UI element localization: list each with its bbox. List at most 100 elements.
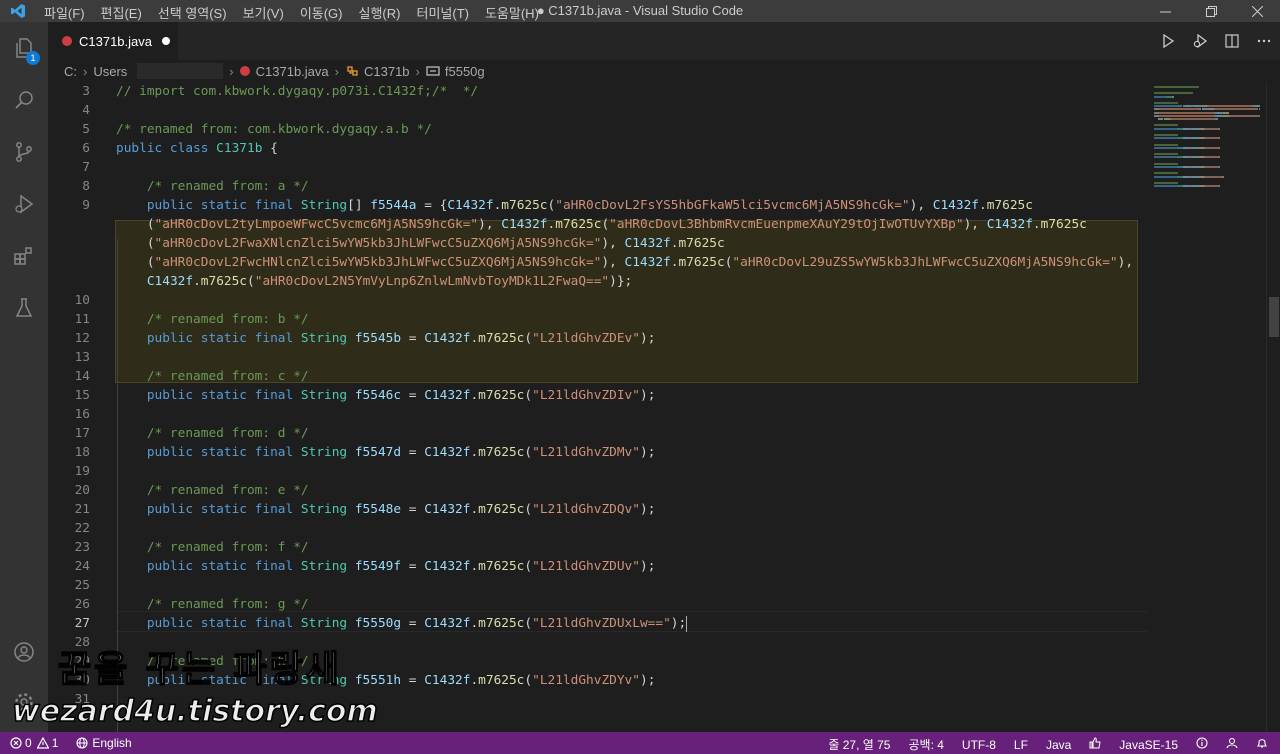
- cursor-position[interactable]: 줄 27, 열 75: [828, 736, 890, 753]
- code-token: "L21ldGhvZDUv": [532, 559, 640, 574]
- code-line[interactable]: 14 /* renamed from: c */: [48, 367, 1150, 386]
- watermark-korean: 꿈을 꾸는 파랑새: [57, 648, 342, 691]
- run-debug-button[interactable]: [0, 180, 48, 228]
- code-line[interactable]: ("aHR0cDovL2FwaXNlcnZlci5wYW5kb3JhLWFwcC…: [48, 234, 1150, 253]
- search-button[interactable]: [0, 76, 48, 124]
- minimap-line: [1154, 92, 1193, 95]
- code-line[interactable]: 17 /* renamed from: d */: [48, 424, 1150, 443]
- code-line[interactable]: 13: [48, 348, 1150, 367]
- menu-terminal[interactable]: 터미널(T): [416, 3, 468, 22]
- code-token: ),: [478, 217, 502, 232]
- vertical-scrollbar[interactable]: [1266, 82, 1280, 732]
- code-line[interactable]: 19: [48, 462, 1150, 481]
- more-actions-button[interactable]: [1248, 34, 1280, 48]
- source-control-button[interactable]: [0, 128, 48, 176]
- split-editor-button[interactable]: [1216, 34, 1248, 48]
- problems-status[interactable]: 0 1: [10, 736, 58, 750]
- breadcrumb-class[interactable]: C1371b: [364, 64, 410, 79]
- end-of-line[interactable]: LF: [1014, 738, 1028, 752]
- code-line[interactable]: 11 /* renamed from: b */: [48, 310, 1150, 329]
- breadcrumb-file[interactable]: C1371b.java: [256, 64, 329, 79]
- java-runtime[interactable]: JavaSE-15: [1119, 738, 1178, 752]
- code-line[interactable]: ("aHR0cDovL2FwcHNlcnZlci5wYW5kb3JhLWFwcC…: [48, 253, 1150, 272]
- code-token: public class: [116, 141, 217, 156]
- code-token: m7625c: [678, 255, 725, 270]
- menu-file[interactable]: 파일(F): [44, 3, 85, 22]
- code-token: m7625c: [200, 274, 248, 289]
- code-line[interactable]: 27 public static final String f5550g = C…: [48, 614, 1150, 633]
- code-line[interactable]: 10: [48, 291, 1150, 310]
- explorer-button[interactable]: 1: [0, 24, 48, 72]
- extensions-button[interactable]: [0, 232, 48, 280]
- minimap-line: [1154, 166, 1177, 168]
- menu-selection[interactable]: 선택 영역(S): [158, 3, 227, 22]
- minimap-line: [1218, 146, 1221, 149]
- accounts-status-button[interactable]: [1226, 737, 1238, 752]
- menu-run[interactable]: 실행(R): [359, 3, 401, 22]
- run-debug-icon: [15, 194, 34, 214]
- tab-c1371b-java[interactable]: C1371b.java: [48, 22, 178, 60]
- testing-button[interactable]: [0, 284, 48, 332]
- code-line[interactable]: 18 public static final String f5547d = C…: [48, 443, 1150, 462]
- code-line[interactable]: 8 /* renamed from: a */: [48, 177, 1150, 196]
- minimap-line: [1176, 156, 1184, 159]
- code-line[interactable]: 15 public static final String f5546c = C…: [48, 386, 1150, 405]
- language-mode[interactable]: Java: [1046, 738, 1071, 752]
- minimap-line: [1154, 185, 1177, 188]
- thumbs-up-icon: [1089, 737, 1101, 749]
- code-line[interactable]: 26 /* renamed from: g */: [48, 595, 1150, 614]
- code-line[interactable]: ("aHR0cDovL2tyLmpoeWFwcC5vcmc6MjA5NS9hcG…: [48, 215, 1150, 234]
- feedback-button[interactable]: [1089, 737, 1101, 752]
- code-line[interactable]: 23 /* renamed from: f */: [48, 538, 1150, 557]
- code-token: ),: [601, 255, 625, 270]
- java-status-button[interactable]: [1196, 737, 1208, 752]
- code-token: f5544a: [370, 198, 417, 213]
- code-token: (: [116, 255, 155, 270]
- code-line[interactable]: 5 /* renamed from: com.kbwork.dygaqy.a.b …: [48, 120, 1150, 139]
- breadcrumb-drive[interactable]: C:: [64, 64, 77, 79]
- code-text: /* renamed from: c */: [116, 367, 309, 386]
- code-line[interactable]: 22: [48, 519, 1150, 538]
- line-number: 9: [82, 198, 90, 213]
- field-icon: [426, 66, 440, 76]
- notifications-button[interactable]: [1256, 737, 1268, 752]
- unsaved-dot-icon[interactable]: [162, 37, 170, 45]
- code-token: "L21ldGhvZDIv": [532, 388, 640, 403]
- code-line[interactable]: C1432f.m7625c("aHR0cDovL2N5YmVyLnp6ZnlwL…: [48, 272, 1150, 291]
- language-switch[interactable]: English: [76, 736, 132, 750]
- menu-view[interactable]: 보기(V): [243, 3, 284, 22]
- code-line[interactable]: 4: [48, 101, 1150, 120]
- code-line[interactable]: 25: [48, 576, 1150, 595]
- minimap-line: [1154, 86, 1199, 88]
- code-line[interactable]: 6 public class C1371b {: [48, 139, 1150, 158]
- debug-file-button[interactable]: [1184, 33, 1216, 49]
- encoding[interactable]: UTF-8: [962, 738, 996, 752]
- code-line[interactable]: 16: [48, 405, 1150, 424]
- code-token: public static final: [116, 331, 301, 346]
- minimap[interactable]: [1150, 82, 1266, 732]
- minimize-button[interactable]: [1142, 0, 1188, 22]
- close-window-button[interactable]: [1234, 0, 1280, 22]
- run-file-button[interactable]: [1152, 34, 1184, 48]
- breadcrumb-field[interactable]: f5550g: [445, 64, 485, 79]
- accounts-button[interactable]: [0, 628, 48, 676]
- code-token: ),: [909, 198, 933, 213]
- menu-edit[interactable]: 편집(E): [101, 3, 142, 22]
- menu-go[interactable]: 이동(G): [300, 3, 343, 22]
- code-token: C1432f: [447, 198, 494, 213]
- code-editor[interactable]: 3 // import com.kbwork.dygaqy.p073i.C1432…: [48, 82, 1150, 732]
- code-line[interactable]: 12 public static final String f5545b = C…: [48, 329, 1150, 348]
- code-line[interactable]: 21 public static final String f5548e = C…: [48, 500, 1150, 519]
- code-line[interactable]: 7: [48, 158, 1150, 177]
- restore-button[interactable]: [1188, 0, 1234, 22]
- minimap-line: [1154, 153, 1178, 156]
- code-line[interactable]: 9 public static final String[] f5544a = …: [48, 196, 1150, 215]
- menu-help[interactable]: 도움말(H): [485, 3, 539, 22]
- indentation[interactable]: 공백: 4: [908, 736, 943, 753]
- code-token: public static final: [116, 198, 301, 213]
- breadcrumb-users[interactable]: Users: [93, 64, 127, 79]
- scrollbar-thumb[interactable]: [1269, 297, 1279, 337]
- code-line[interactable]: 3 // import com.kbwork.dygaqy.p073i.C1432…: [48, 82, 1150, 101]
- code-line[interactable]: 20 /* renamed from: e */: [48, 481, 1150, 500]
- code-line[interactable]: 24 public static final String f5549f = C…: [48, 557, 1150, 576]
